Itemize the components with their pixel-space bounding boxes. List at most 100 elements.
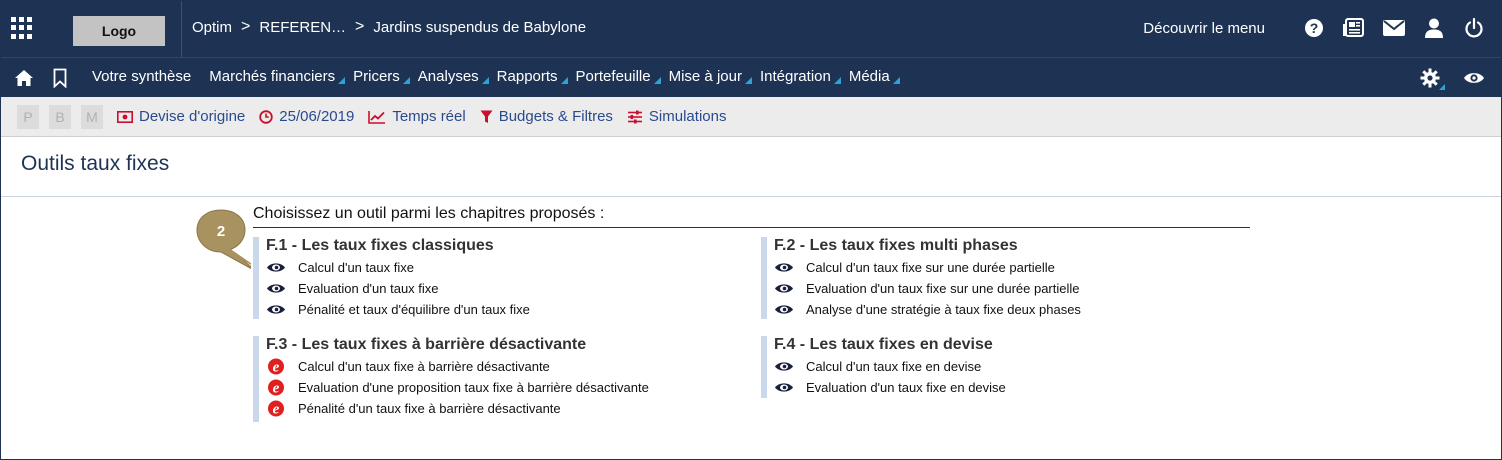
tool-link[interactable]: Evaluation d'un taux fixe en devise — [774, 377, 1006, 398]
section-items: Calcul d'un taux fixe Evaluation d'un ta… — [266, 257, 530, 320]
line-chart-icon — [368, 110, 386, 124]
home-icon[interactable] — [13, 67, 35, 89]
breadcrumb-item-referentiel[interactable]: REFEREN… — [259, 19, 346, 36]
svg-text:e: e — [273, 381, 280, 397]
section-items: Calcul d'un taux fixe sur une durée part… — [774, 257, 1081, 320]
nav-item-analyses[interactable]: Analyses — [418, 68, 489, 85]
currency-origin-button[interactable]: Devise d'origine — [117, 108, 245, 125]
title-divider — [1, 196, 1501, 197]
dropdown-triangle-icon — [338, 77, 346, 84]
breadcrumb-item-optim[interactable]: Optim — [192, 19, 232, 36]
eye-bullet-icon — [267, 263, 285, 272]
mail-icon[interactable] — [1377, 13, 1411, 43]
nav-item-marches-financiers[interactable]: Marchés financiers — [209, 68, 346, 85]
nav-item-synthese[interactable]: Votre synthèse — [92, 68, 193, 85]
banknote-icon — [117, 110, 133, 123]
tool-link[interactable]: Evaluation d'un taux fixe — [266, 278, 530, 299]
nav-menu: Votre synthèse Marchés financiers Pricer… — [92, 68, 908, 85]
toggle-m-button[interactable]: M — [81, 104, 103, 129]
logo[interactable]: Logo — [73, 16, 165, 46]
eye-bullet-icon — [267, 284, 285, 293]
eye-bullet-icon — [775, 362, 793, 371]
nav-right-actions — [1403, 66, 1491, 90]
budgets-filters-button[interactable]: Budgets & Filtres — [480, 108, 613, 125]
nav-item-mise-a-jour[interactable]: Mise à jour — [669, 68, 752, 85]
step-badge-number: 2 — [217, 223, 225, 240]
nav-item-portefeuille[interactable]: Portefeuille — [576, 68, 661, 85]
svg-text:e: e — [273, 402, 280, 418]
nav-shortcuts — [13, 67, 85, 89]
filter-icon — [480, 110, 493, 123]
dropdown-triangle-icon — [1439, 84, 1445, 90]
realtime-button[interactable]: Temps réel — [368, 108, 466, 125]
discover-menu-link[interactable]: Découvrir le menu — [1143, 20, 1265, 37]
eye-bullet-icon — [775, 284, 793, 293]
clock-icon — [259, 109, 273, 124]
simulations-button[interactable]: Simulations — [627, 108, 726, 125]
tool-link[interactable]: Analyse d'une stratégie à taux fixe deux… — [774, 299, 1081, 320]
section-f2: F.2 - Les taux fixes multi phases Calcul… — [761, 237, 1241, 319]
tool-link[interactable]: Calcul d'un taux fixe sur une durée part… — [774, 257, 1081, 278]
breadcrumb-item-current[interactable]: Jardins suspendus de Babylone — [373, 19, 586, 36]
help-icon[interactable]: ? — [1297, 13, 1331, 43]
newspaper-icon[interactable] — [1337, 13, 1371, 43]
tool-link[interactable]: Pénalité et taux d'équilibre d'un taux f… — [266, 299, 530, 320]
section-f3: F.3 - Les taux fixes à barrière désactiv… — [253, 336, 733, 422]
step-badge: 2 — [191, 206, 262, 275]
eye-bullet-icon — [775, 263, 793, 272]
settings-icon[interactable] — [1413, 66, 1447, 90]
section-title: F.2 - Les taux fixes multi phases — [774, 237, 1018, 254]
toggle-p-button[interactable]: P — [17, 104, 39, 129]
toggle-b-button[interactable]: B — [49, 104, 71, 129]
user-icon[interactable] — [1417, 13, 1451, 43]
e-badge-icon: e — [268, 358, 284, 376]
eye-bullet-icon — [775, 305, 793, 314]
e-badge-icon: e — [268, 379, 284, 397]
bookmark-icon[interactable] — [49, 67, 71, 89]
eye-bullet-icon — [267, 305, 285, 314]
dropdown-triangle-icon — [560, 77, 568, 84]
intro-text: Choisissez un outil parmi les chapitres … — [253, 205, 605, 222]
e-badge-icon: e — [268, 400, 284, 418]
section-bar — [761, 237, 767, 319]
eye-icon[interactable] — [1457, 66, 1491, 90]
date-button[interactable]: 25/06/2019 — [259, 108, 354, 125]
top-bar: Logo Optim > REFEREN… > Jardins suspendu… — [1, 1, 1501, 57]
tool-link[interactable]: e Evaluation d'une proposition taux fixe… — [266, 377, 649, 398]
main-nav: Votre synthèse Marchés financiers Pricer… — [1, 57, 1501, 97]
tool-link[interactable]: Calcul d'un taux fixe — [266, 257, 530, 278]
apps-grid-icon[interactable] — [11, 17, 33, 39]
section-f4: F.4 - Les taux fixes en devise Calcul d'… — [761, 336, 1241, 398]
dropdown-triangle-icon — [402, 77, 410, 84]
breadcrumb: Optim > REFEREN… > Jardins suspendus de … — [192, 18, 586, 36]
page-title: Outils taux fixes — [21, 152, 170, 175]
dropdown-triangle-icon — [744, 77, 752, 84]
nav-item-media[interactable]: Média — [849, 68, 900, 85]
nav-item-pricers[interactable]: Pricers — [353, 68, 410, 85]
svg-text:e: e — [273, 360, 280, 376]
eye-bullet-icon — [775, 383, 793, 392]
section-bar — [253, 237, 259, 319]
tool-link[interactable]: e Calcul d'un taux fixe à barrière désac… — [266, 356, 649, 377]
tool-link[interactable]: e Pénalité d'un taux fixe à barrière dés… — [266, 398, 649, 419]
dropdown-triangle-icon — [833, 77, 841, 84]
chevron-right-icon: > — [241, 18, 251, 35]
section-title: F.1 - Les taux fixes classiques — [266, 237, 494, 254]
section-title: F.4 - Les taux fixes en devise — [774, 336, 993, 353]
dropdown-triangle-icon — [481, 77, 489, 84]
nav-item-integration[interactable]: Intégration — [760, 68, 841, 85]
top-right-actions: Découvrir le menu ? — [1143, 13, 1491, 43]
logo-divider — [181, 1, 182, 57]
svg-text:?: ? — [1310, 20, 1319, 36]
tool-link[interactable]: Evaluation d'un taux fixe sur une durée … — [774, 278, 1081, 299]
section-f1: F.1 - Les taux fixes classiques Calcul d… — [253, 237, 733, 319]
chevron-right-icon: > — [355, 18, 365, 35]
dropdown-triangle-icon — [653, 77, 661, 84]
nav-item-rapports[interactable]: Rapports — [497, 68, 568, 85]
intro-divider — [253, 227, 1250, 228]
power-icon[interactable] — [1457, 13, 1491, 43]
tool-link[interactable]: Calcul d'un taux fixe en devise — [774, 356, 1006, 377]
context-toolbar: P B M Devise d'origine 25/06/2019 Temps … — [1, 97, 1501, 137]
section-bar — [761, 336, 767, 398]
section-items: Calcul d'un taux fixe en devise Evaluati… — [774, 356, 1006, 398]
